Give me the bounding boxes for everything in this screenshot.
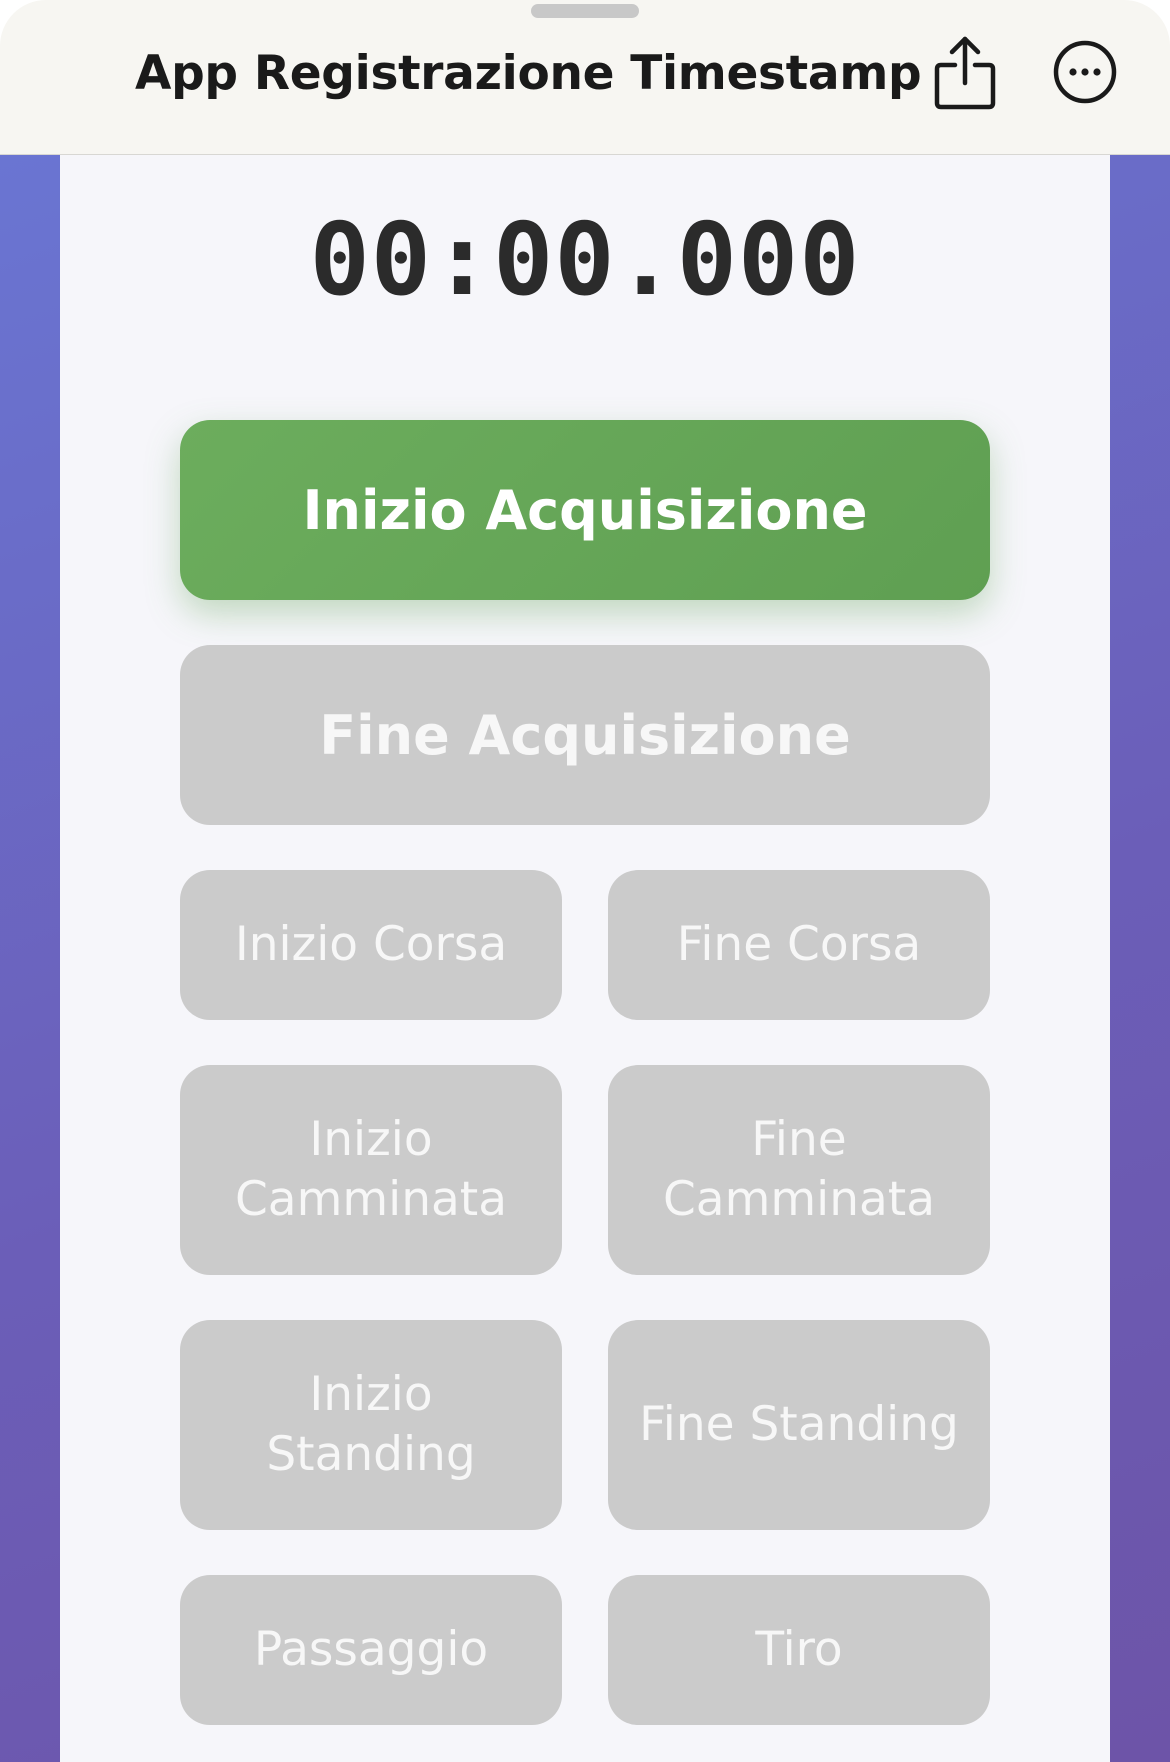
end-walk-button[interactable]: Fine Camminata bbox=[608, 1065, 990, 1275]
end-standing-button[interactable]: Fine Standing bbox=[608, 1320, 990, 1530]
start-walk-label: Inizio Camminata bbox=[234, 1112, 508, 1227]
start-standing-label: Inizio Standing bbox=[266, 1367, 476, 1482]
end-run-button[interactable]: Fine Corsa bbox=[608, 870, 990, 1020]
start-acquisition-button[interactable]: Inizio Acquisizione bbox=[180, 420, 990, 600]
end-walk-label: Fine Camminata bbox=[662, 1112, 936, 1227]
shot-button[interactable]: Tiro bbox=[608, 1575, 990, 1725]
pass-label: Passaggio bbox=[253, 1622, 489, 1677]
page-title: App Registrazione Timestamp bbox=[135, 46, 922, 101]
timer-display: 00:00.000 bbox=[309, 201, 861, 318]
share-icon[interactable] bbox=[929, 33, 1001, 113]
start-run-button[interactable]: Inizio Corsa bbox=[180, 870, 562, 1020]
ellipsis-circle-icon[interactable] bbox=[1052, 39, 1118, 105]
sheet-header: App Registrazione Timestamp bbox=[0, 0, 1170, 155]
start-acquisition-label: Inizio Acquisizione bbox=[302, 478, 868, 542]
shot-label: Tiro bbox=[755, 1622, 843, 1677]
end-standing-label: Fine Standing bbox=[639, 1397, 959, 1452]
pass-button[interactable]: Passaggio bbox=[180, 1575, 562, 1725]
sheet-grabber[interactable] bbox=[531, 4, 639, 18]
end-run-label: Fine Corsa bbox=[676, 917, 922, 972]
end-acquisition-label: Fine Acquisizione bbox=[319, 703, 851, 767]
end-acquisition-button[interactable]: Fine Acquisizione bbox=[180, 645, 990, 825]
start-standing-button[interactable]: Inizio Standing bbox=[180, 1320, 562, 1530]
start-run-label: Inizio Corsa bbox=[234, 917, 508, 972]
start-walk-button[interactable]: Inizio Camminata bbox=[180, 1065, 562, 1275]
